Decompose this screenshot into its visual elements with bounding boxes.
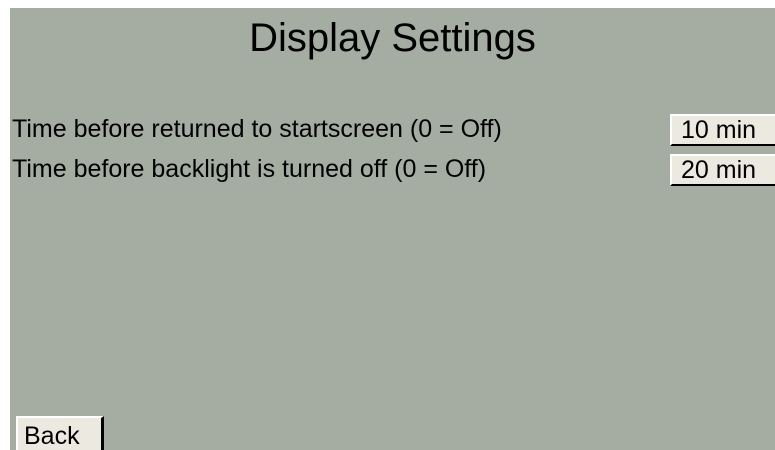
startscreen-timeout-button[interactable]: 10 min [670,114,775,146]
display-settings-screen: Display Settings Time before returned to… [10,8,775,450]
backlight-timeout-label: Time before backlight is turned off (0 =… [12,155,487,183]
startscreen-timeout-label: Time before returned to startscreen (0 =… [12,115,502,143]
back-button[interactable]: Back [16,416,104,450]
backlight-timeout-button[interactable]: 20 min [670,154,775,186]
page-title: Display Settings [249,16,536,60]
